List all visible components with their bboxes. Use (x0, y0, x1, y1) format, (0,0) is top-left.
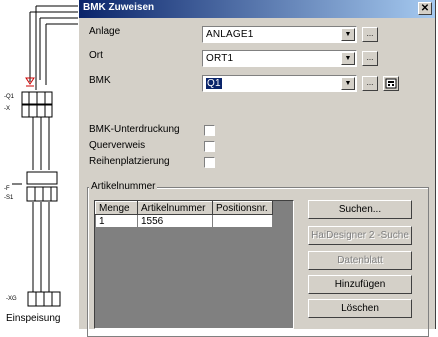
window-title: BMK Zuweisen (83, 2, 155, 13)
datasheet-button[interactable]: Datenblatt (308, 251, 412, 270)
calculator-icon (385, 78, 397, 89)
cross-reference-label: Querverweis (89, 140, 146, 151)
svg-text:-XG: -XG (6, 296, 17, 302)
haidesigner-search-button[interactable]: HaiDesigner 2 -Suche (308, 226, 412, 245)
row-placement-label: Reihenplatzierung (89, 156, 170, 167)
chevron-down-icon[interactable]: ▼ (341, 28, 355, 41)
anlage-value: ANLAGE1 (206, 29, 254, 40)
bmk-combobox[interactable]: Q1 ▼ (202, 75, 357, 92)
bmk-value[interactable]: Q1 (206, 78, 222, 89)
anlage-label: Anlage (89, 26, 121, 37)
bmk-browse-button[interactable]: ... (362, 76, 378, 91)
table-cell[interactable] (212, 214, 273, 228)
table-cell[interactable]: 1556 (137, 214, 213, 228)
chevron-down-icon[interactable]: ▼ (341, 52, 355, 65)
cross-reference-checkbox[interactable] (204, 141, 215, 152)
column-header-artikelnummer[interactable]: Artikelnummer (137, 201, 213, 215)
calculator-button[interactable] (383, 76, 399, 91)
ort-combobox[interactable]: ORT1 ▼ (202, 50, 357, 67)
column-header-menge[interactable]: Menge (95, 201, 138, 215)
svg-text:-S1: -S1 (4, 195, 14, 201)
bmk-suppression-checkbox[interactable] (204, 125, 215, 136)
svg-text:-X: -X (4, 106, 10, 112)
table-cell[interactable]: 1 (95, 214, 138, 228)
svg-text:-F: -F (4, 186, 10, 192)
bmk-assign-dialog: BMK Zuweisen ✕ Anlage ANLAGE1 ▼ ... Ort … (78, 0, 436, 337)
schematic-caption: Einspeisung (6, 313, 61, 324)
svg-text:-Q1: -Q1 (4, 94, 15, 100)
column-header-positionsnr[interactable]: Positionsnr. (212, 201, 273, 215)
anlage-browse-button[interactable]: ... (362, 27, 378, 42)
close-icon: ✕ (420, 3, 430, 14)
article-number-group-label: Artikelnummer (89, 181, 158, 192)
article-table[interactable]: Menge Artikelnummer Positionsnr. 1 1556 (94, 200, 294, 329)
ort-browse-button[interactable]: ... (362, 51, 378, 66)
ort-value: ORT1 (206, 53, 234, 64)
row-placement-checkbox[interactable] (204, 157, 215, 168)
anlage-combobox[interactable]: ANLAGE1 ▼ (202, 26, 357, 43)
chevron-down-icon[interactable]: ▼ (341, 77, 355, 90)
ort-label: Ort (89, 50, 103, 61)
search-button[interactable]: Suchen... (308, 200, 412, 219)
table-row[interactable]: 1 1556 (95, 214, 273, 228)
bmk-suppression-label: BMK-Unterdruckung (89, 124, 180, 135)
table-header-row: Menge Artikelnummer Positionsnr. (95, 201, 273, 215)
add-button[interactable]: Hinzufügen (308, 275, 412, 294)
delete-button[interactable]: Löschen (308, 299, 412, 318)
title-bar[interactable]: BMK Zuweisen ✕ (79, 0, 435, 18)
close-button[interactable]: ✕ (418, 2, 432, 15)
bmk-label: BMK (89, 75, 111, 86)
